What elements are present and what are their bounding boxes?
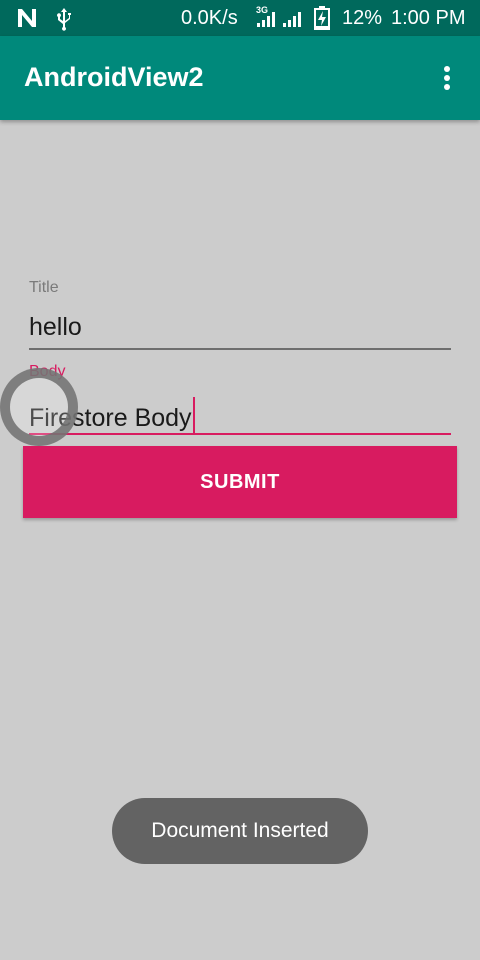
app-title: AndroidView2: [24, 62, 204, 92]
n-notification-icon: [18, 9, 36, 27]
submit-button[interactable]: SUBMIT: [23, 446, 457, 518]
text-cursor: [192, 397, 195, 435]
title-label: Title: [29, 279, 59, 296]
network-speed: 0.0K/s: [181, 7, 238, 29]
title-input[interactable]: hello: [29, 313, 82, 342]
touch-indicator: [0, 368, 78, 446]
body-underline: [29, 433, 451, 435]
clock: 1:00 PM: [391, 7, 466, 29]
toast-message: Document Inserted: [112, 798, 368, 864]
app-bar: AndroidView2: [0, 36, 480, 120]
usb-icon: [57, 8, 71, 31]
title-underline: [29, 348, 451, 350]
overflow-menu-icon[interactable]: [432, 62, 462, 94]
battery-percentage: 12%: [342, 7, 383, 29]
status-bar: 0.0K/s 3G 12% 1:00 PM: [0, 0, 480, 36]
battery-charging-icon: [314, 6, 330, 30]
signal-3g-icon: [257, 12, 275, 27]
signal-icon: [283, 12, 301, 27]
